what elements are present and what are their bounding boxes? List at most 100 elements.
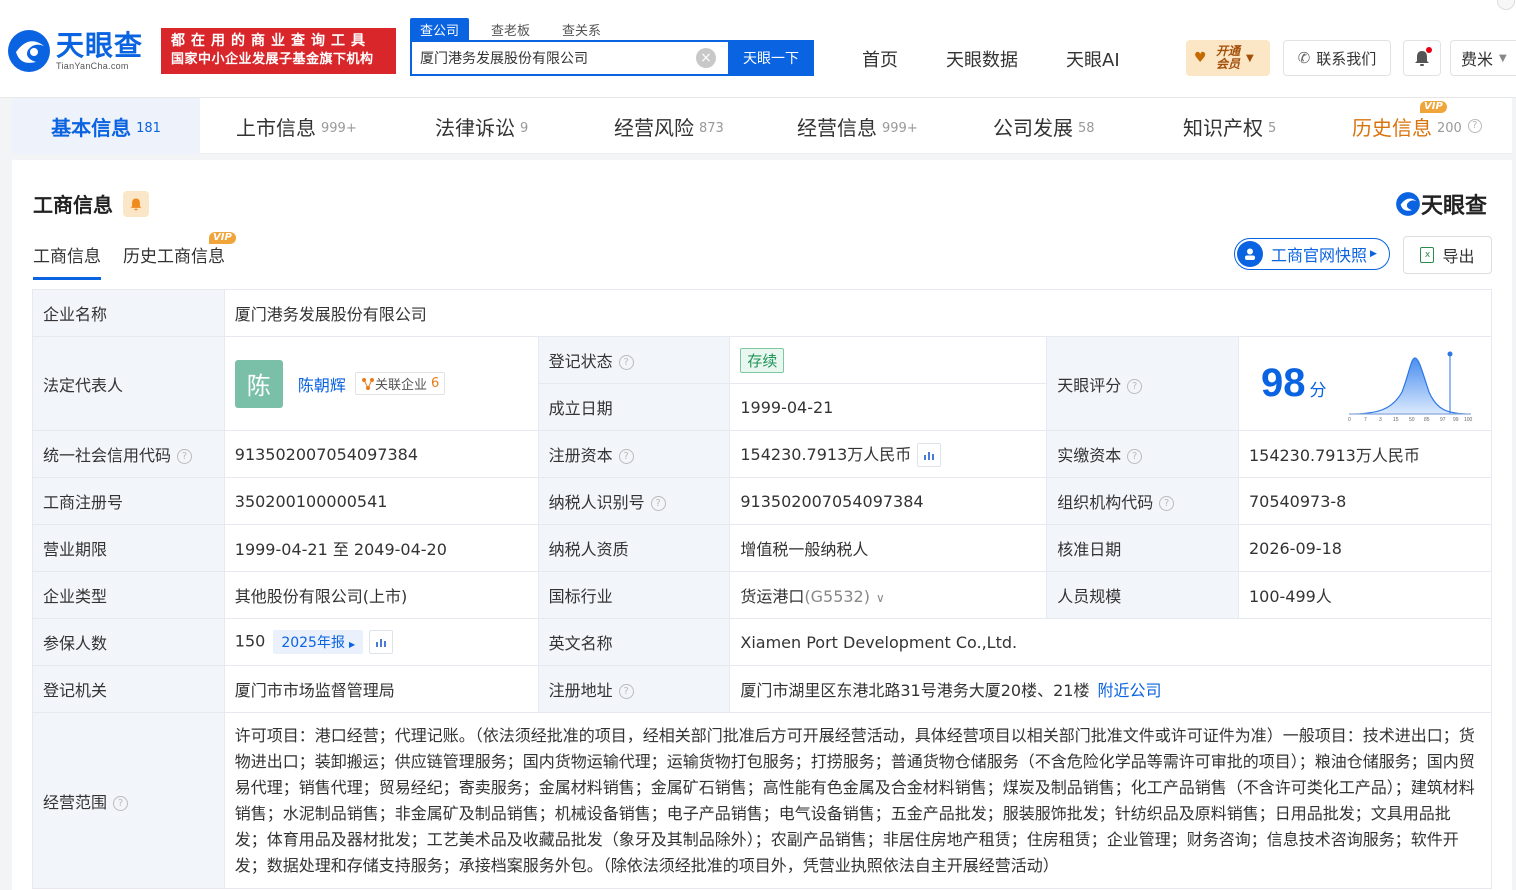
section-title: 工商信息 <box>33 189 149 218</box>
reg-no-value: 350200100000541 <box>223 477 539 525</box>
help-icon[interactable]: ? <box>618 449 634 464</box>
search-tab-company[interactable]: 查公司 <box>410 18 470 41</box>
contact-us-button[interactable]: ✆ 联系我们 <box>1283 40 1391 76</box>
tab-count: 999+ <box>321 120 357 136</box>
user-menu-button[interactable]: 费米 ▼ <box>1450 40 1516 76</box>
tab-business-info[interactable]: 经营信息 999+ <box>797 98 918 154</box>
help-icon: ? <box>1467 119 1482 133</box>
related-companies-button[interactable]: 关联企业 6 <box>354 372 446 395</box>
tab-basic-info[interactable]: 基本信息 181 <box>12 98 200 154</box>
industry-cell[interactable]: 货运港口(G5532) ∨ <box>729 571 1048 619</box>
annual-report-label: 2025年报 <box>281 635 345 651</box>
help-icon[interactable]: ? <box>1127 449 1143 464</box>
help-icon[interactable]: ? <box>1159 496 1175 511</box>
subtab-business-info[interactable]: 工商信息 <box>33 242 101 280</box>
tab-label: 经营风险 <box>614 115 694 140</box>
reg-capital-value: 154230.7913万人民币 <box>740 444 912 464</box>
legal-rep-cell: 陈 陈朝辉 关联企业 6 <box>223 336 539 431</box>
notification-button[interactable] <box>1403 40 1441 76</box>
tab-listing-info[interactable]: 上市信息 999+ <box>236 98 357 154</box>
nearby-companies-link[interactable]: 附近公司 <box>1097 681 1161 700</box>
label-text: 组织机构代码 <box>1057 493 1154 512</box>
credit-code-value: 913502007054097384 <box>223 430 539 478</box>
search-input[interactable] <box>412 42 696 74</box>
search-button[interactable]: 天眼一下 <box>728 40 814 76</box>
reg-status-label: 登记状态? <box>537 336 731 384</box>
top-header: 天眼查 TianYanCha.com 都在用的商业查询工具 国家中小企业发展子基… <box>0 0 1516 98</box>
score-tick: 7 <box>1364 417 1367 423</box>
subscribe-bell-icon[interactable] <box>123 190 149 217</box>
site-logo[interactable]: 天眼查 TianYanCha.com <box>6 26 156 76</box>
search-tab-boss[interactable]: 查老板 <box>481 18 540 41</box>
slogan-line2: 国家中小企业发展子基金旗下机构 <box>171 52 374 67</box>
tab-litigation[interactable]: 法律诉讼 9 <box>435 98 528 154</box>
business-info-table: 企业名称 厦门港务发展股份有限公司 法定代表人 陈 陈朝辉 关联企业 6 登记状态… <box>32 289 1493 889</box>
help-icon[interactable]: ? <box>177 449 193 464</box>
nav-ai[interactable]: 天眼AI <box>1066 46 1120 72</box>
label-text: 注册地址 <box>548 681 613 700</box>
tab-business-risk[interactable]: 经营风险 873 <box>614 98 724 154</box>
taxpayer-qual-value: 增值税一般纳税人 <box>729 524 1048 572</box>
score-tick: 3 <box>1379 417 1382 423</box>
tab-count: 873 <box>699 120 724 136</box>
address-label: 注册地址? <box>537 665 731 713</box>
score-tick: 15 <box>1393 417 1399 423</box>
table-row: 登记机关 厦门市市场监督管理局 注册地址? 厦门市湖里区东港北路31号港务大厦2… <box>32 665 1492 713</box>
table-row: 营业期限 1999-04-21 至 2049-04-20 纳税人资质 增值税一般… <box>32 524 1493 572</box>
scope-value: 许可项目：港口经营；代理记账。（依法须经批准的项目，经相关部门批准后方可开展经营… <box>223 712 1493 889</box>
chevron-down-icon: ▼ <box>1246 52 1254 64</box>
annual-report-button[interactable]: 2025年报 ▶ <box>273 630 364 654</box>
nav-data[interactable]: 天眼数据 <box>946 46 1018 72</box>
open-vip-button[interactable]: ♥ 开通 会员 ▼ <box>1186 40 1270 76</box>
insured-chart-icon[interactable] <box>369 630 394 654</box>
company-name-value: 厦门港务发展股份有限公司 <box>223 289 1493 337</box>
related-count: 6 <box>430 376 440 391</box>
reg-no-label: 工商注册号 <box>32 477 225 525</box>
reg-capital-label: 注册资本? <box>537 430 731 478</box>
legal-rep-link[interactable]: 陈朝辉 <box>298 376 346 395</box>
subtab-history-business-info[interactable]: 历史工商信息 VIP <box>123 232 236 280</box>
score-tick: 50 <box>1409 417 1415 423</box>
table-row: 企业类型 其他股份有限公司(上市) 国标行业 货运港口(G5532) ∨ 人员规模… <box>32 571 1493 619</box>
tab-company-development[interactable]: 公司发展 58 <box>993 98 1095 154</box>
score-label: 天眼评分? <box>1046 336 1239 431</box>
tab-intellectual-property[interactable]: 知识产权 5 <box>1183 98 1276 154</box>
clear-search-icon[interactable]: × <box>696 48 716 68</box>
avatar[interactable]: 陈 <box>234 359 283 408</box>
capital-chart-icon[interactable] <box>917 443 942 468</box>
export-button[interactable]: x 导出 <box>1403 236 1492 274</box>
term-label: 营业期限 <box>32 524 225 572</box>
score-cell[interactable]: 98 分 0 7 3 15 50 85 97 99 100 <box>1237 336 1493 431</box>
help-icon[interactable]: ? <box>618 684 634 699</box>
score-tick: 97 <box>1440 417 1446 423</box>
score-tick: 0 <box>1348 417 1351 423</box>
help-icon[interactable]: ? <box>113 795 129 811</box>
legal-rep-label: 法定代表人 <box>32 336 225 431</box>
score-tick: 99 <box>1453 417 1459 423</box>
staff-value: 100-499人 <box>1237 571 1493 619</box>
tab-label: 上市信息 <box>236 115 316 140</box>
window-corner-control[interactable] <box>1497 0 1515 10</box>
excel-icon: x <box>1420 247 1435 263</box>
help-icon[interactable]: ? <box>618 355 634 370</box>
official-snapshot-button[interactable]: 工商官网快照 ▶ <box>1234 238 1390 270</box>
tab-count: 5 <box>1268 120 1277 136</box>
chevron-right-icon: ▶ <box>348 640 356 649</box>
table-row: 企业名称 厦门港务发展股份有限公司 <box>32 289 1493 337</box>
slogan-line1: 都在用的商业查询工具 <box>171 33 371 49</box>
address-cell: 厦门市湖里区东港北路31号港务大厦20楼、21楼 附近公司 <box>729 665 1492 713</box>
help-icon[interactable]: ? <box>1127 378 1143 394</box>
paid-capital-value: 154230.7913万人民币 <box>1237 430 1493 478</box>
nav-home[interactable]: 首页 <box>862 46 898 72</box>
tab-history-info[interactable]: 历史信息 200? VIP <box>1352 98 1482 154</box>
user-icon <box>1237 241 1263 267</box>
org-code-label: 组织机构代码? <box>1046 477 1239 525</box>
related-label: 关联企业 <box>374 378 427 393</box>
search-tab-relation[interactable]: 查关系 <box>552 18 611 41</box>
type-value: 其他股份有限公司(上市) <box>223 571 539 619</box>
insured-label: 参保人数 <box>32 618 225 666</box>
logo-domain: TianYanCha.com <box>56 61 129 71</box>
staff-label: 人员规模 <box>1046 571 1239 619</box>
vip-badge: VIP <box>1420 101 1447 113</box>
help-icon[interactable]: ? <box>650 496 666 511</box>
